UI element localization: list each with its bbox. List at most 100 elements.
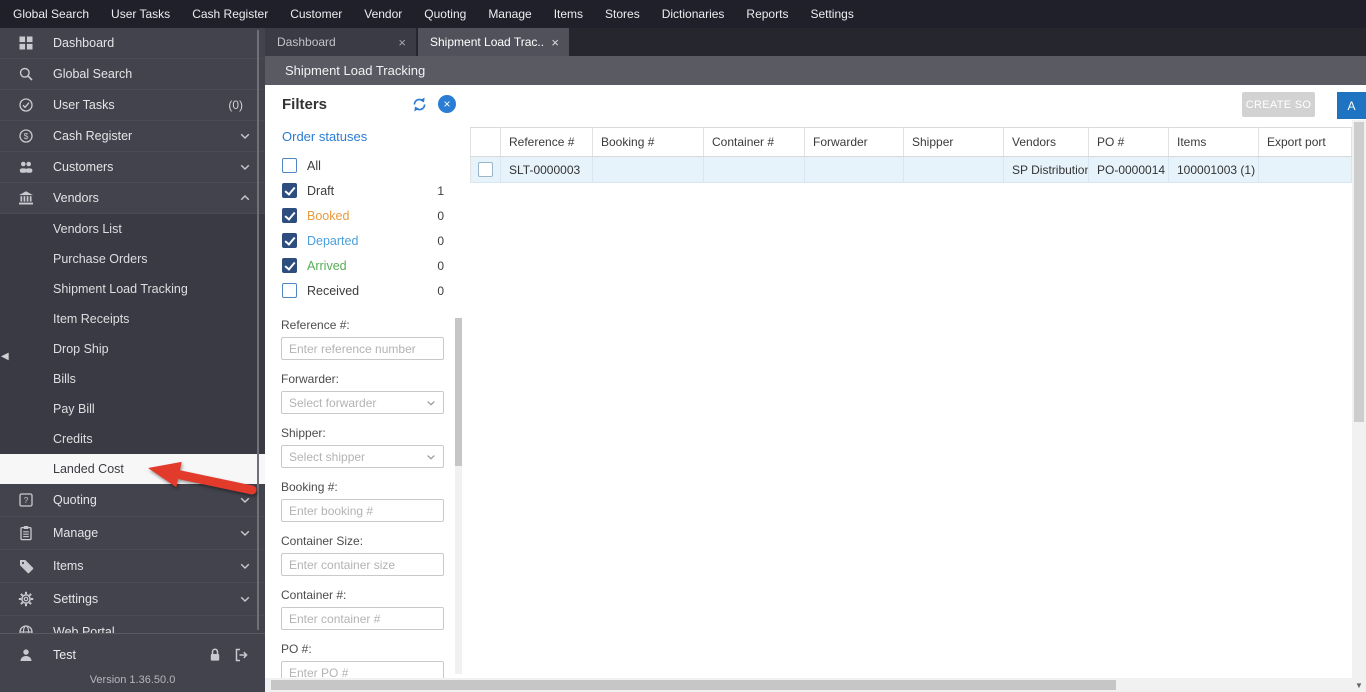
cell-items: 100001003 (1) [1168,156,1259,183]
menubar-item-dictionaries[interactable]: Dictionaries [651,0,736,28]
logout-icon[interactable] [233,647,249,663]
chevron-down-icon [237,558,253,574]
sidebar-scrollbar[interactable] [257,30,259,630]
checkbox[interactable] [282,208,297,223]
user-icon [18,647,34,663]
menubar-item-stores[interactable]: Stores [594,0,651,28]
menubar-item-quoting[interactable]: Quoting [413,0,477,28]
sidebar-item-dashboard[interactable]: Dashboard [0,28,265,59]
refresh-filters-icon[interactable] [411,96,428,113]
scroll-down-arrow-icon[interactable]: ▼ [1352,681,1366,690]
reference-number-input[interactable] [281,337,444,360]
row-checkbox[interactable] [478,162,493,178]
checkbox[interactable] [282,258,297,273]
status-label: Draft [307,183,335,198]
filters-title: Filters [282,95,328,113]
version-label: Version 1.36.50.0 [89,674,176,686]
filters-scrollbar[interactable] [455,318,462,674]
add-button-clipped[interactable]: A [1337,92,1366,119]
chevron-down-icon [237,492,253,508]
header-vendors[interactable]: Vendors [1003,127,1089,157]
sidebar-subitem-drop-ship[interactable]: Drop Ship [0,334,265,364]
checkbox[interactable] [282,283,297,298]
sidebar-item-items[interactable]: Items [0,550,265,583]
menubar-item-settings[interactable]: Settings [799,0,864,28]
header-reference[interactable]: Reference # [500,127,593,157]
header-export-port[interactable]: Export port [1258,127,1352,157]
create-so-button[interactable]: CREATE SO [1242,92,1315,117]
sidebar-subitem-landed-cost[interactable]: Landed Cost [0,454,265,484]
sidebar-item-global-search[interactable]: Global Search [0,59,265,90]
sidebar-subitem-pay-bill[interactable]: Pay Bill [0,394,265,424]
forwarder-select[interactable]: Select forwarder [281,391,444,414]
header-checkbox-column [470,127,501,157]
sidebar-collapse-handle[interactable]: ◀ [1,351,9,362]
sidebar-item-cash-register[interactable]: Cash Register [0,121,265,152]
menubar-item-vendor[interactable]: Vendor [353,0,413,28]
menubar-item-user-tasks[interactable]: User Tasks [100,0,181,28]
clear-filters-icon[interactable]: × [438,95,456,113]
booking-number-input[interactable] [281,499,444,522]
po-number-input[interactable] [281,661,444,678]
sidebar-item-customers[interactable]: Customers [0,152,265,183]
sidebar-item-quoting[interactable]: Quoting [0,484,265,517]
shipment-table: Reference # Booking # Container # Forwar… [470,127,1352,183]
chevron-down-icon [424,450,438,464]
checkbox[interactable] [282,158,297,173]
horizontal-scrollbar-thumb[interactable] [271,680,1116,690]
sidebar-subitem-credits[interactable]: Credits [0,424,265,454]
sidebar-item-label: Settings [53,592,99,606]
sidebar-item-user-tasks[interactable]: User Tasks (0) [0,90,265,121]
sidebar-subitem-shipment-load-tracking[interactable]: Shipment Load Tracking [0,274,265,304]
sidebar-item-settings[interactable]: Settings [0,583,265,616]
menubar-item-items[interactable]: Items [543,0,594,28]
status-label: Booked [307,208,350,223]
sidebar-subitem-item-receipts[interactable]: Item Receipts [0,304,265,334]
tab-dashboard[interactable]: Dashboard × [265,28,416,56]
manage-icon [18,525,34,541]
container-size-label: Container Size: [281,534,364,548]
close-icon[interactable]: × [551,35,559,50]
cell-export-port [1258,156,1352,183]
row-checkbox-cell [470,156,501,183]
container-size-input[interactable] [281,553,444,576]
sidebar-subitem-purchase-orders[interactable]: Purchase Orders [0,244,265,274]
lock-icon[interactable] [207,647,223,663]
subitem-label: Vendors List [53,222,122,236]
checkbox[interactable] [282,233,297,248]
checkbox[interactable] [282,183,297,198]
sidebar-item-vendors[interactable]: Vendors [0,183,265,214]
table-header-row: Reference # Booking # Container # Forwar… [470,127,1352,157]
table-row[interactable]: SLT-0000003 SP Distribution PO-0000014 1… [470,156,1352,183]
cell-po-link[interactable]: PO-0000014 [1088,156,1169,183]
subitem-label: Item Receipts [53,312,130,326]
order-statuses-heading: Order statuses [282,129,368,144]
shipper-select[interactable]: Select shipper [281,445,444,468]
cell-vendors-link[interactable]: SP Distribution [1003,156,1089,183]
menubar-item-reports[interactable]: Reports [735,0,799,28]
header-items[interactable]: Items [1168,127,1259,157]
sidebar-subitem-vendors-list[interactable]: Vendors List [0,214,265,244]
tab-shipment-load-tracking[interactable]: Shipment Load Trac... × [418,28,569,56]
vertical-scrollbar[interactable]: ▼ [1352,120,1366,692]
header-shipper[interactable]: Shipper [903,127,1004,157]
header-container[interactable]: Container # [703,127,805,157]
vertical-scrollbar-thumb[interactable] [1354,122,1364,422]
cell-reference-link[interactable]: SLT-0000003 [500,156,593,183]
tab-label: Dashboard [277,35,336,49]
po-number-label: PO #: [281,642,312,656]
sidebar-item-web-portal[interactable]: Web Portal [0,616,265,634]
header-po[interactable]: PO # [1088,127,1169,157]
container-number-input[interactable] [281,607,444,630]
menubar-item-manage[interactable]: Manage [477,0,542,28]
header-forwarder[interactable]: Forwarder [804,127,904,157]
horizontal-scrollbar[interactable] [265,678,1352,692]
menubar-item-global-search[interactable]: Global Search [2,0,100,28]
menubar-item-cash-register[interactable]: Cash Register [181,0,279,28]
sidebar-subitem-bills[interactable]: Bills [0,364,265,394]
sidebar-item-manage[interactable]: Manage [0,517,265,550]
menubar-item-customer[interactable]: Customer [279,0,353,28]
header-booking[interactable]: Booking # [592,127,704,157]
close-icon[interactable]: × [398,35,406,50]
filters-scrollbar-thumb[interactable] [455,318,462,466]
